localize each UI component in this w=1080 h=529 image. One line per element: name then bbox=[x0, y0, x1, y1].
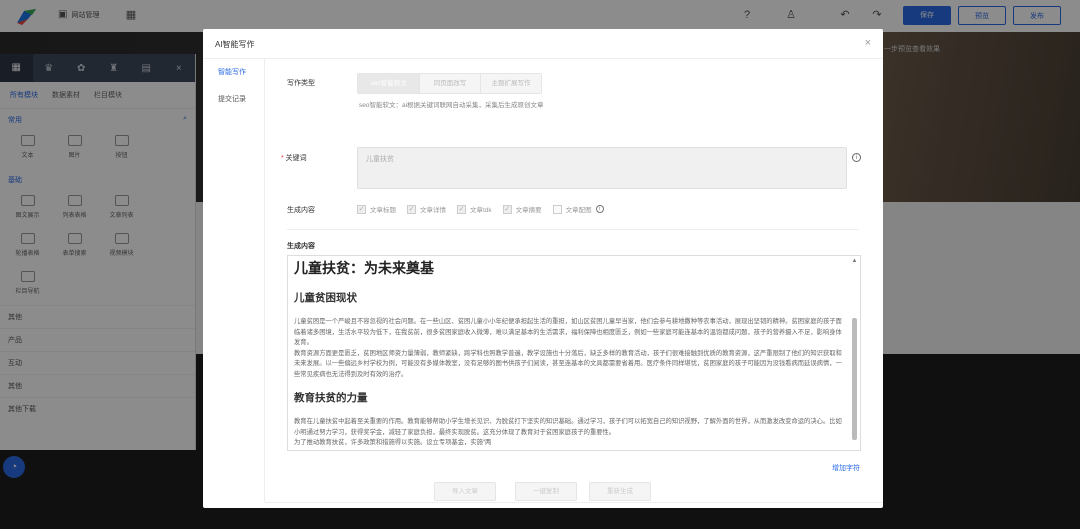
checkbox-checked-icon: ✓ bbox=[407, 204, 416, 214]
checkbox-empty-icon bbox=[552, 204, 562, 214]
scroll-up-icon[interactable]: ▲ bbox=[851, 258, 858, 264]
write-type-seo[interactable]: seo智能软文 bbox=[358, 74, 419, 93]
article-paragraph: 为了推动教育扶贫，许多政策和措施得以实施。设立专项基金，实施“两 bbox=[294, 439, 492, 446]
copy-all-button[interactable]: 一键复制 bbox=[515, 482, 577, 501]
article-heading: 教育扶贫的力量 bbox=[294, 392, 368, 404]
divider bbox=[265, 502, 883, 503]
info-icon[interactable]: i bbox=[852, 153, 861, 162]
dialog-header: AI智能写作 × bbox=[203, 29, 883, 59]
checkbox-checked-icon: ✓ bbox=[457, 204, 466, 214]
article-title: 儿童扶贫：为未来奠基 bbox=[294, 260, 434, 276]
option-label: 文章tdk bbox=[470, 207, 492, 214]
option-summary-checkbox[interactable]: ✓ 文章摘要 bbox=[502, 204, 542, 214]
add-chars-link[interactable]: 增加字符 bbox=[832, 463, 860, 473]
write-type-rewrite[interactable]: 同页面改写 bbox=[419, 74, 480, 93]
option-label: 文章配图 bbox=[565, 207, 592, 214]
article-paragraph: 儿童贫困是一个严峻且不容忽视的社会问题。在一些山区、贫困儿童小小年纪便承担起生活… bbox=[294, 318, 842, 346]
output-label: 生成内容 bbox=[287, 243, 315, 250]
content-scrollbar[interactable]: ▲ bbox=[851, 258, 858, 446]
scroll-thumb[interactable] bbox=[852, 318, 857, 440]
generate-options: ✓ 文章标题 ✓ 文章详情 ✓ 文章tdk ✓ 文章摘要 文章配图 i bbox=[357, 204, 604, 214]
dialog-body: 写作类型 seo智能软文 同页面改写 主题扩展写作 seo智能软文：ai根据关键… bbox=[265, 59, 883, 503]
checkbox-checked-icon: ✓ bbox=[357, 204, 366, 214]
article-heading: 儿童贫困现状 bbox=[294, 292, 357, 304]
option-title-checkbox[interactable]: ✓ 文章标题 bbox=[357, 204, 396, 214]
option-label: 文章摘要 bbox=[515, 207, 542, 214]
close-icon[interactable]: × bbox=[865, 37, 871, 49]
dialog-sidebar: 智能写作 提交记录 bbox=[203, 59, 265, 502]
option-label: 文章详情 bbox=[420, 207, 446, 214]
checkbox-checked-icon: ✓ bbox=[502, 204, 512, 214]
option-detail-checkbox[interactable]: ✓ 文章详情 bbox=[407, 204, 446, 214]
generated-content-area[interactable]: 儿童扶贫：为未来奠基 儿童贫困现状 儿童贫困是一个严峻且不容忽视的社会问题。在一… bbox=[287, 255, 861, 451]
keyword-label-wrap: * 关键词 bbox=[281, 153, 307, 163]
article-paragraph: 教育在儿童扶贫中起着至关重要的作用。教育能够帮助小学生增长见识、为脱贫打下坚实的… bbox=[294, 418, 842, 436]
write-type-label: 写作类型 bbox=[287, 80, 315, 87]
info-icon[interactable]: i bbox=[595, 205, 604, 213]
option-image-checkbox[interactable]: 文章配图 i bbox=[552, 204, 604, 214]
article-paragraph: 教育资源方面更是匮乏，贫困地区师资力量薄弱，教师紧缺，跨学科也照教学普遍，教学设… bbox=[294, 349, 842, 378]
sidebar-item-history[interactable]: 提交记录 bbox=[203, 86, 264, 113]
divider bbox=[287, 229, 859, 230]
keyword-label: 关键词 bbox=[285, 155, 307, 162]
write-type-hint: seo智能软文：ai根据关键词联网自动采集，采集后生成原创文章 bbox=[359, 102, 544, 109]
sidebar-item-smart-writing[interactable]: 智能写作 bbox=[203, 59, 264, 86]
ai-writing-dialog: AI智能写作 × 智能写作 提交记录 写作类型 seo智能软文 同页面改写 主题… bbox=[203, 29, 883, 508]
keyword-input[interactable]: 儿童扶贫 bbox=[357, 147, 847, 189]
import-article-button[interactable]: 导入文章 bbox=[434, 482, 496, 501]
generate-label: 生成内容 bbox=[287, 207, 315, 214]
write-type-selector: seo智能软文 同页面改写 主题扩展写作 bbox=[357, 73, 542, 94]
regenerate-button[interactable]: 重新生成 bbox=[589, 482, 651, 501]
option-tdk-checkbox[interactable]: ✓ 文章tdk bbox=[457, 204, 492, 214]
dialog-title: AI智能写作 bbox=[215, 40, 255, 49]
option-label: 文章标题 bbox=[370, 207, 396, 214]
write-type-expand[interactable]: 主题扩展写作 bbox=[480, 74, 541, 93]
